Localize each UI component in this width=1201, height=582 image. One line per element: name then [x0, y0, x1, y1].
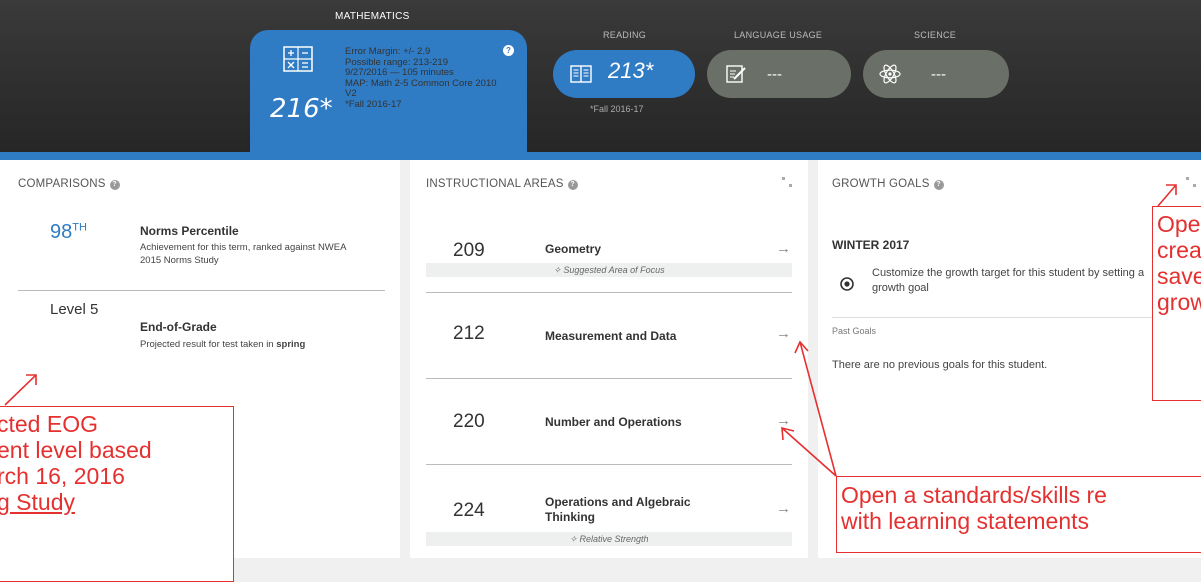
- set-growth-goal-link[interactable]: Customize the growth target for this stu…: [872, 266, 1172, 296]
- goal-season: WINTER 2017: [832, 238, 910, 252]
- math-score: 216*: [270, 94, 333, 124]
- relative-strength-note: ✧ Relative Strength: [426, 532, 792, 546]
- test-version: V2: [345, 88, 357, 99]
- growth-title-text: GROWTH GOALS: [832, 178, 930, 190]
- instructional-help-icon[interactable]: ?: [567, 180, 578, 190]
- instructional-area-score: 220: [453, 411, 485, 432]
- growth-help-icon[interactable]: ?: [933, 180, 944, 190]
- expand-icon[interactable]: [782, 177, 792, 187]
- arrow-right-icon[interactable]: →: [776, 500, 791, 517]
- eog-desc-season: spring: [276, 339, 306, 350]
- instructional-area-name: Geometry: [545, 242, 602, 256]
- annotation-line: with learning statements: [841, 508, 1090, 534]
- instructional-area-score: 212: [453, 323, 485, 344]
- book-icon: [570, 65, 592, 83]
- norms-percentile-title: Norms Percentile: [140, 224, 239, 238]
- pencil-paper-icon: [726, 65, 746, 83]
- test-name: MAP: Math 2-5 Common Core 2010: [345, 77, 497, 89]
- math-score-details: Error Margin: +/- 2.9 Possible range: 21…: [345, 46, 497, 110]
- target-icon[interactable]: [840, 277, 854, 291]
- science-label: SCIENCE: [914, 30, 957, 40]
- comparisons-title: COMPARISONS?: [18, 178, 120, 190]
- annotation-line: cted EOG: [0, 411, 98, 437]
- test-term: *Fall 2016-17: [345, 98, 402, 110]
- atom-icon: [879, 64, 901, 84]
- growth-goals-title: GROWTH GOALS?: [832, 178, 944, 190]
- area-name-line1: Operations and Algebraic: [545, 495, 691, 509]
- annotation-line: grow: [1157, 289, 1201, 315]
- eog-level-value: Level 5: [50, 301, 99, 318]
- no-goals-message: There are no previous goals for this stu…: [832, 359, 1048, 371]
- arrow-right-icon[interactable]: →: [776, 412, 791, 429]
- instructional-divider: [426, 292, 792, 293]
- growth-divider: [832, 317, 1187, 318]
- math-label: MATHEMATICS: [335, 11, 410, 22]
- instructional-area-score: 224: [453, 500, 485, 521]
- reading-term: *Fall 2016-17: [590, 104, 644, 114]
- arrow-right-icon[interactable]: →: [776, 325, 791, 342]
- norms-percentile-desc: Achievement for this term, ranked agains…: [140, 241, 346, 267]
- annotation-line: rch 16, 2016: [0, 463, 125, 489]
- eog-desc: Projected result for test taken in sprin…: [140, 338, 305, 351]
- instructional-area-name: Measurement and Data: [545, 329, 677, 343]
- test-date: 9/27/2016 — 105 minutes: [345, 67, 454, 78]
- instructional-areas-title: INSTRUCTIONAL AREAS?: [426, 178, 578, 190]
- annotation-line: g Study: [0, 489, 75, 515]
- annotation-line: Oper: [1157, 211, 1201, 237]
- eog-title: End-of-Grade: [140, 320, 217, 334]
- annotation-line: ent level based: [0, 437, 152, 463]
- instructional-divider: [426, 464, 792, 465]
- norms-percentile-value: 98TH: [50, 221, 87, 244]
- comparisons-divider: [18, 290, 385, 291]
- area-note-text: Suggested Area of Focus: [563, 265, 665, 275]
- area-name-line2: Thinking: [545, 510, 595, 524]
- area-note-text: Relative Strength: [579, 534, 649, 544]
- annotation-line: Open a standards/skills re: [841, 482, 1107, 508]
- instructional-area-score: 209: [453, 240, 485, 261]
- area-of-focus-note: ✧ Suggested Area of Focus: [426, 263, 792, 277]
- error-margin: Error Margin: +/- 2.9: [345, 46, 431, 57]
- science-score: ---: [931, 66, 946, 83]
- norms-desc-line1: Achievement for this term, ranked agains…: [140, 242, 347, 253]
- header-accent-bar: [0, 152, 1201, 160]
- instructional-area-name: Operations and Algebraic Thinking: [545, 495, 691, 525]
- calculator-icon: [283, 46, 313, 72]
- annotation-line: creat: [1157, 237, 1201, 263]
- language-usage-label: LANGUAGE USAGE: [734, 30, 823, 40]
- past-goals-label: Past Goals: [832, 326, 877, 336]
- sparkle-icon: ✧: [553, 265, 564, 275]
- annotation-line: save: [1157, 263, 1201, 289]
- annotation-growth-callout: Oper creat save grow: [1152, 206, 1201, 401]
- expand-icon[interactable]: [1186, 177, 1196, 187]
- instructional-divider: [426, 378, 792, 379]
- eog-desc-text: Projected result for test taken in: [140, 339, 277, 350]
- norms-desc-line2: 2015 Norms Study: [140, 255, 219, 266]
- instructional-title-text: INSTRUCTIONAL AREAS: [426, 178, 564, 190]
- language-usage-score: ---: [767, 66, 782, 83]
- reading-score: 213*: [608, 58, 654, 83]
- sparkle-icon: ✧: [569, 534, 580, 544]
- percentile-suffix: TH: [72, 221, 87, 234]
- reading-label: READING: [603, 30, 647, 40]
- comparisons-title-text: COMPARISONS: [18, 178, 106, 190]
- math-help-icon[interactable]: ?: [503, 45, 514, 56]
- percentile-number: 98: [50, 221, 73, 243]
- annotation-eog-callout: cted EOG ent level based rch 16, 2016 g …: [0, 406, 234, 582]
- instructional-area-name: Number and Operations: [545, 415, 682, 429]
- comparisons-help-icon[interactable]: ?: [109, 180, 120, 190]
- annotation-standards-callout: Open a standards/skills re with learning…: [836, 476, 1201, 553]
- arrow-right-icon[interactable]: →: [776, 240, 791, 257]
